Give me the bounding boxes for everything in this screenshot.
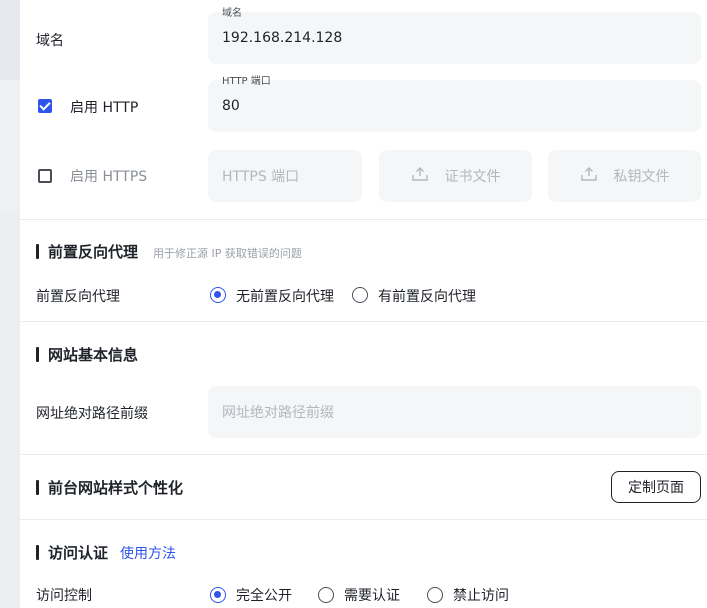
sidebar-segment [0, 210, 20, 608]
https-port-input[interactable]: HTTPS 端口 [208, 150, 362, 202]
domain-field-label: 域名 [222, 8, 242, 19]
proxy-row-label: 前置反向代理 [36, 289, 120, 305]
http-port-input[interactable]: HTTP 端口 80 [208, 76, 701, 132]
radio-public[interactable] [210, 587, 226, 603]
site-section-title: 网站基本信息 [48, 346, 139, 364]
http-port-value: 80 [222, 98, 240, 114]
radio-public-label[interactable]: 完全公开 [236, 585, 292, 605]
upload-icon [580, 166, 598, 186]
cert-file-label: 证书文件 [444, 169, 501, 185]
key-file-upload[interactable]: 私钥文件 [548, 150, 701, 202]
cert-file-upload[interactable]: 证书文件 [379, 150, 532, 202]
divider [20, 454, 707, 455]
https-checkbox[interactable] [38, 169, 52, 183]
https-checkbox-label[interactable]: 启用 HTTPS [70, 166, 147, 186]
radio-has-proxy-label[interactable]: 有前置反向代理 [378, 286, 476, 306]
upload-icon [411, 166, 429, 186]
customize-page-button[interactable]: 定制页面 [611, 471, 701, 503]
style-section-title: 前台网站样式个性化 [48, 479, 184, 497]
divider [20, 219, 707, 220]
path-prefix-input[interactable]: 网址绝对路径前缀 [208, 386, 701, 438]
section-marker [36, 545, 39, 560]
domain-value: 192.168.214.128 [222, 30, 343, 46]
radio-no-proxy[interactable] [210, 287, 226, 303]
radio-has-proxy[interactable] [352, 287, 368, 303]
divider [20, 321, 707, 322]
section-marker [36, 480, 39, 495]
settings-panel: 域名 域名 192.168.214.128 启用 HTTP HTTP 端口 80… [20, 0, 707, 608]
radio-deny-access[interactable] [427, 587, 443, 603]
domain-input[interactable]: 域名 192.168.214.128 [208, 8, 701, 64]
http-port-field-label: HTTP 端口 [222, 76, 271, 87]
proxy-section-hint: 用于修正源 IP 获取错误的问题 [153, 247, 302, 260]
http-checkbox[interactable] [38, 99, 52, 113]
sidebar-segment [0, 0, 20, 80]
key-file-label: 私钥文件 [613, 169, 670, 185]
radio-require-auth-label[interactable]: 需要认证 [344, 585, 400, 605]
section-marker [36, 347, 39, 362]
domain-row-label: 域名 [36, 33, 64, 49]
radio-no-proxy-label[interactable]: 无前置反向代理 [236, 286, 334, 306]
https-port-placeholder: HTTPS 端口 [222, 169, 300, 185]
left-sidebar-edge [0, 0, 20, 608]
path-prefix-row-label: 网址绝对路径前缀 [36, 406, 148, 422]
proxy-section-title: 前置反向代理 [48, 243, 139, 261]
radio-require-auth[interactable] [318, 587, 334, 603]
section-marker [36, 244, 39, 259]
radio-deny-access-label[interactable]: 禁止访问 [453, 585, 509, 605]
divider [20, 519, 707, 520]
auth-section-title: 访问认证 [48, 544, 109, 562]
path-prefix-placeholder: 网址绝对路径前缀 [222, 405, 334, 421]
usage-link[interactable]: 使用方法 [120, 543, 176, 563]
http-checkbox-label[interactable]: 启用 HTTP [70, 97, 138, 117]
access-control-row-label: 访问控制 [36, 588, 92, 604]
